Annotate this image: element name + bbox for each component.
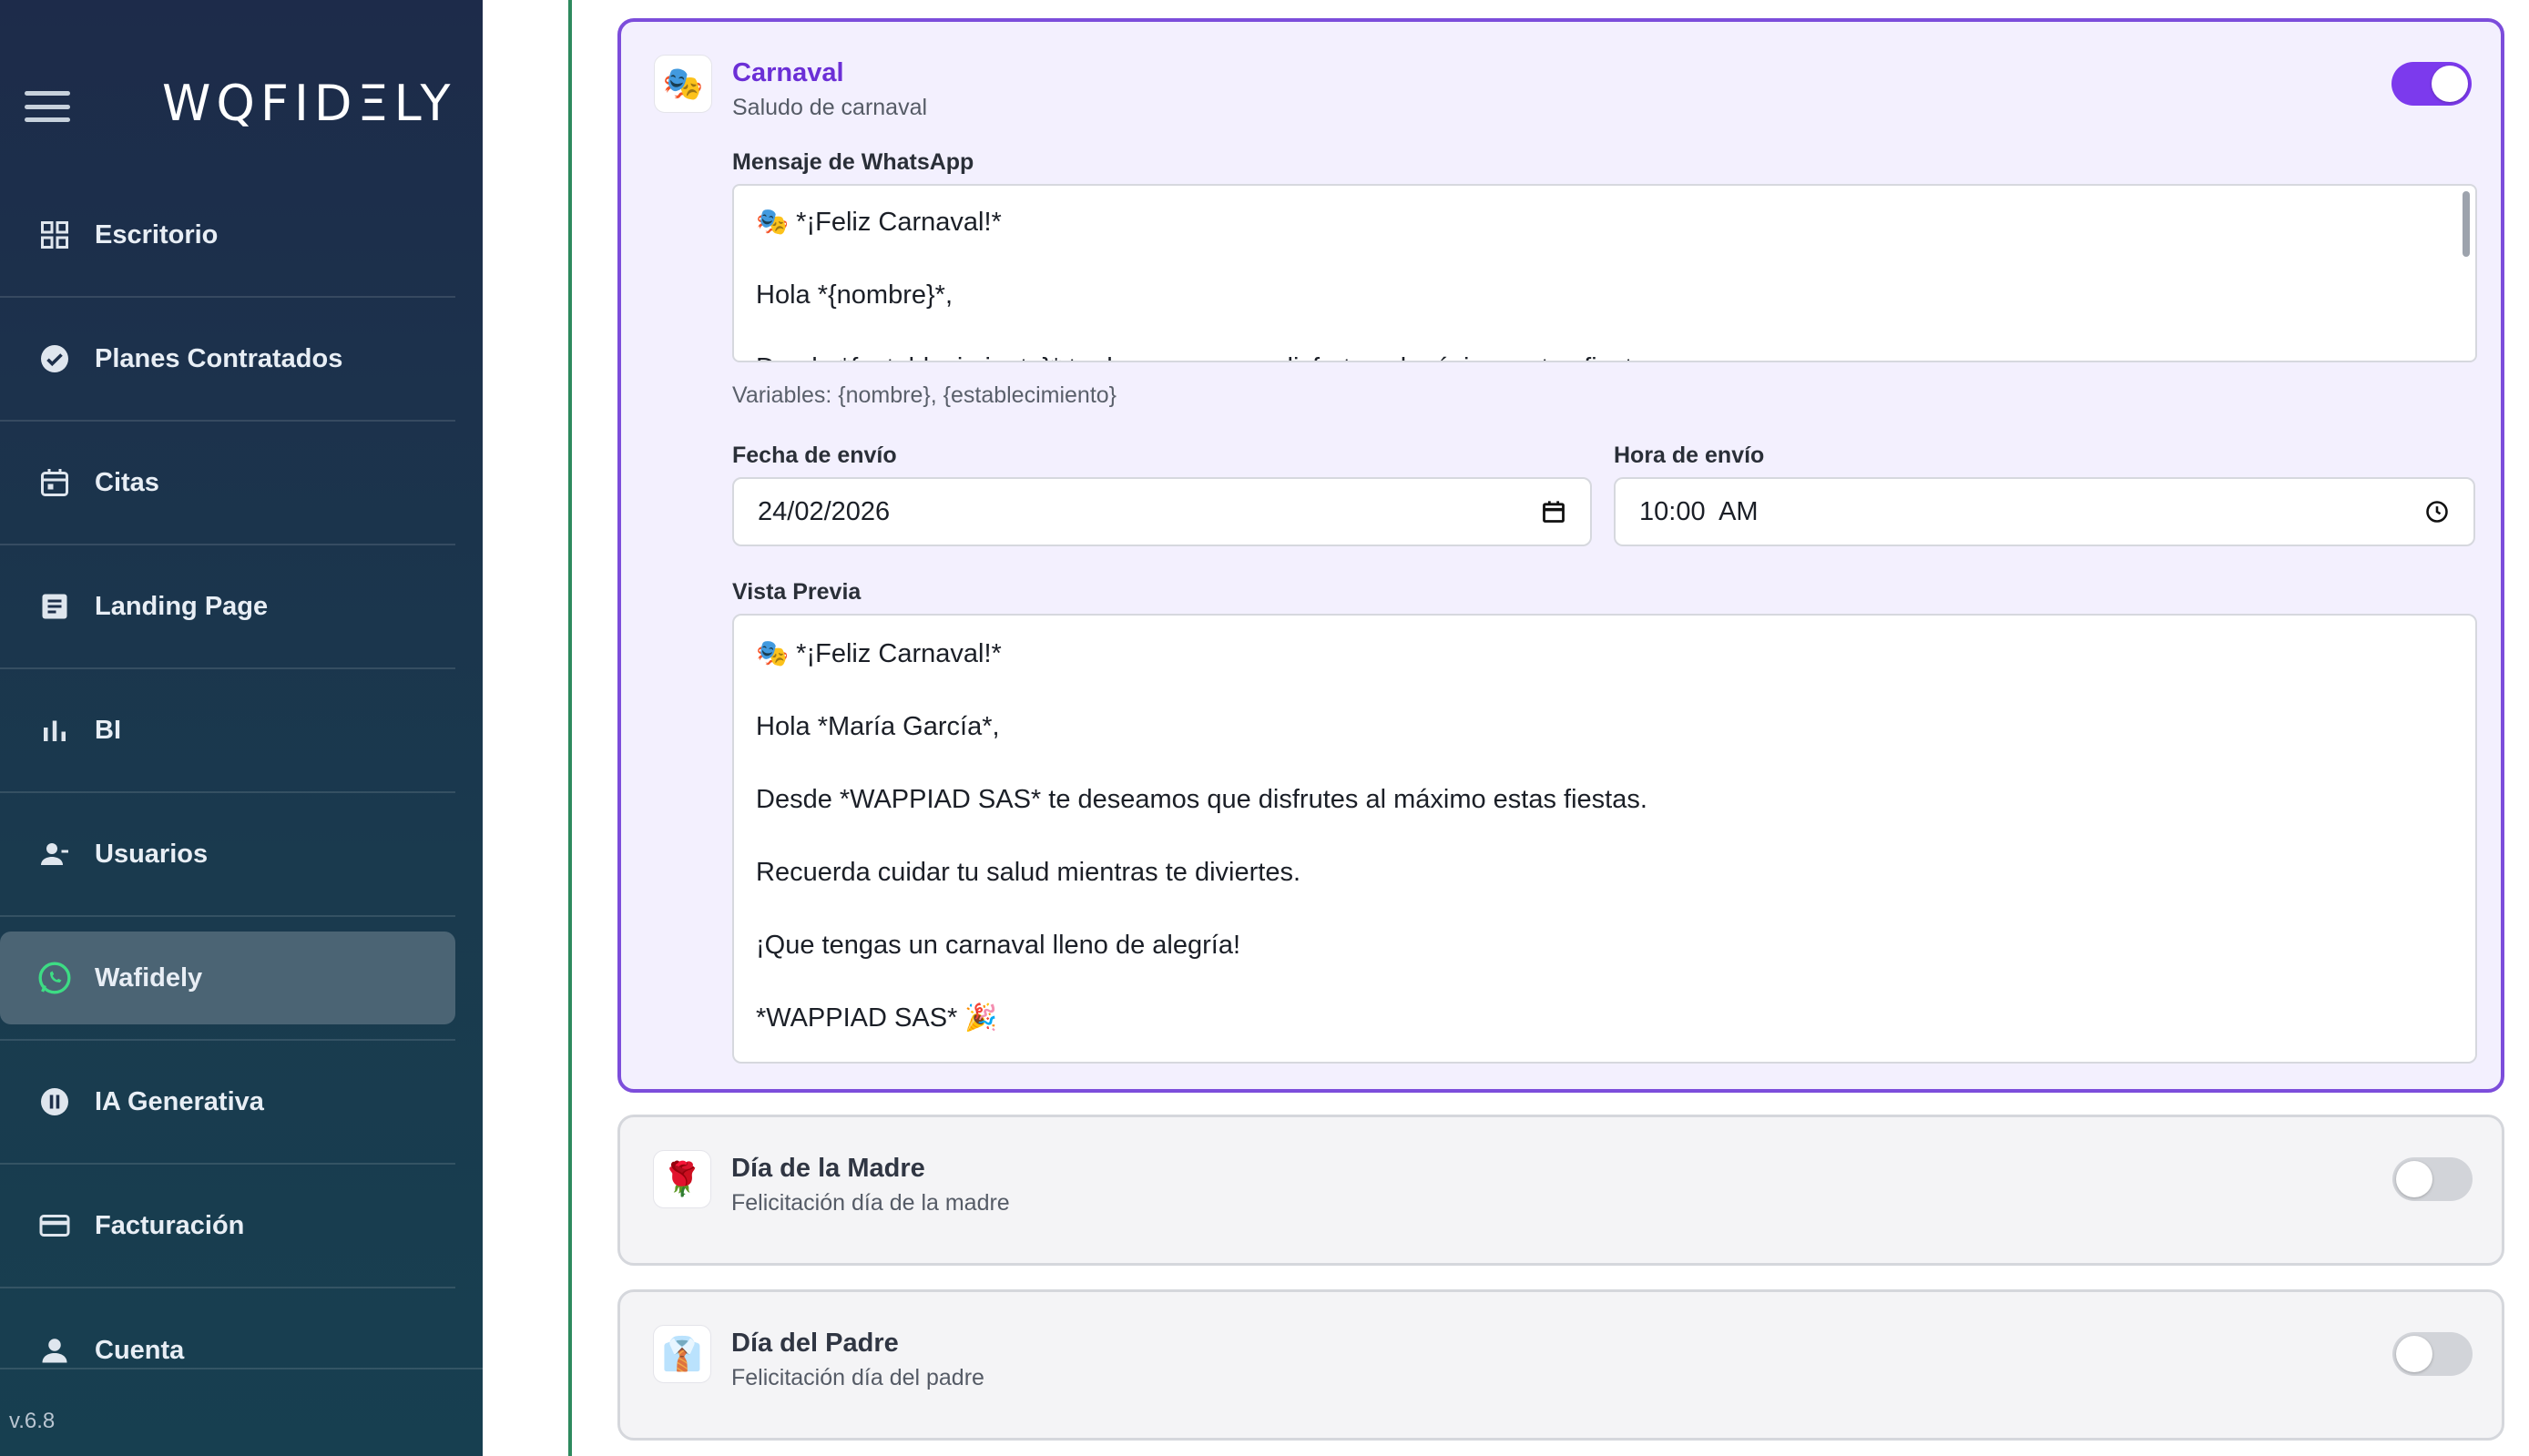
toggle-knob [2396, 1336, 2432, 1372]
card-subtitle: Felicitación día del padre [731, 1365, 984, 1390]
sidebar-nav: Escritorio Planes Contratados Citas Land… [0, 174, 455, 1412]
sidebar-item-label: IA Generativa [95, 1086, 264, 1116]
sidebar-item-wafidely[interactable]: Wafidely [0, 917, 455, 1041]
card-dia-de-la-madre[interactable]: 🌹 Día de la Madre Felicitación día de la… [617, 1115, 2504, 1266]
preview-label: Vista Previa [732, 579, 862, 605]
sidebar-item-facturacion[interactable]: Facturación [0, 1165, 455, 1288]
time-input[interactable]: 10:00 AM [1614, 477, 2475, 546]
message-line: Hola *{nombre}*, [756, 280, 953, 310]
sidebar-item-label: Facturación [95, 1210, 245, 1240]
time-label: Hora de envío [1614, 443, 1765, 468]
app-logo: WQFIDΞLY [162, 75, 456, 132]
sidebar-item-ia-generativa[interactable]: IA Generativa [0, 1041, 455, 1165]
calendar-icon [36, 464, 73, 501]
bar-chart-icon [36, 712, 73, 748]
document-icon [36, 588, 73, 625]
variables-hint: Variables: {nombre}, {establecimiento} [732, 382, 1117, 408]
sidebar-item-usuarios[interactable]: Usuarios [0, 793, 455, 917]
sidebar-item-planes-contratados[interactable]: Planes Contratados [0, 298, 455, 422]
carnaval-toggle[interactable] [2391, 62, 2472, 106]
time-value: 10:00 AM [1639, 496, 1759, 526]
sidebar-item-label: Cuenta [95, 1335, 185, 1365]
account-icon [36, 1332, 73, 1369]
card-subtitle: Saludo de carnaval [732, 95, 928, 120]
message-line: 🎭 *¡Feliz Carnaval!* [756, 208, 1002, 237]
ai-icon [36, 1084, 73, 1120]
shirt-tie-icon: 👔 [653, 1325, 711, 1383]
sidebar-item-label: Citas [95, 467, 159, 497]
message-label: Mensaje de WhatsApp [732, 149, 974, 175]
preview-line: Recuerda cuidar tu salud mientras te div… [756, 858, 1301, 887]
card-title: Carnaval [732, 58, 844, 87]
preview-line: Desde *WAPPIAD SAS* te deseamos que disf… [756, 785, 1647, 814]
users-icon [36, 836, 73, 872]
padre-toggle[interactable] [2392, 1332, 2473, 1376]
sidebar-item-landing-page[interactable]: Landing Page [0, 545, 455, 669]
rose-icon: 🌹 [653, 1150, 711, 1208]
sidebar: WQFIDΞLY Escritorio Planes Contratados C… [0, 0, 483, 1456]
masks-icon: 🎭 [654, 55, 712, 113]
toggle-knob [2432, 66, 2468, 102]
app-version: v.6.8 [9, 1409, 56, 1433]
sidebar-item-label: BI [95, 715, 121, 745]
date-value: 24/02/2026 [758, 496, 891, 526]
calendar-picker-icon[interactable] [1541, 499, 1566, 524]
preview-line: *WAPPIAD SAS* 🎉 [756, 1003, 998, 1033]
whatsapp-icon [36, 960, 73, 996]
sidebar-item-label: Escritorio [95, 219, 219, 249]
card-dia-del-padre[interactable]: 👔 Día del Padre Felicitación día del pad… [617, 1289, 2504, 1441]
card-title: Día de la Madre [731, 1154, 925, 1183]
sidebar-item-label: Landing Page [95, 591, 269, 621]
sidebar-item-label: Wafidely [95, 962, 203, 993]
card-carnaval: 🎭 Carnaval Saludo de carnaval Mensaje de… [617, 18, 2504, 1093]
menu-icon[interactable] [25, 91, 70, 122]
sidebar-item-citas[interactable]: Citas [0, 422, 455, 545]
message-line: Desde *{establecimiento}* te deseamos qu… [756, 331, 2453, 361]
sidebar-item-cuenta[interactable]: Cuenta [0, 1288, 455, 1412]
preview-line: Hola *María García*, [756, 712, 1000, 741]
sidebar-item-label: Planes Contratados [95, 343, 343, 373]
card-subtitle: Felicitación día de la madre [731, 1190, 1010, 1216]
sidebar-item-label: Usuarios [95, 839, 209, 869]
madre-toggle[interactable] [2392, 1157, 2473, 1201]
toggle-knob [2396, 1161, 2432, 1197]
check-circle-icon [36, 341, 73, 377]
date-label: Fecha de envío [732, 443, 897, 468]
sidebar-divider [0, 1368, 483, 1369]
textarea-scrollbar[interactable] [2463, 191, 2470, 257]
message-preview: 🎭 *¡Feliz Carnaval!* Hola *María García*… [732, 614, 2477, 1064]
date-input[interactable]: 24/02/2026 [732, 477, 1592, 546]
dashboard-icon [36, 217, 73, 253]
clock-icon[interactable] [2424, 499, 2450, 524]
sidebar-item-bi[interactable]: BI [0, 669, 455, 793]
credit-card-icon [36, 1207, 73, 1244]
card-title: Día del Padre [731, 1329, 899, 1358]
preview-line: 🎭 *¡Feliz Carnaval!* [756, 639, 1002, 668]
preview-line: ¡Que tengas un carnaval lleno de alegría… [756, 931, 1241, 960]
content-divider [568, 0, 572, 1456]
message-textarea[interactable]: 🎭 *¡Feliz Carnaval!* Hola *{nombre}*, De… [732, 184, 2477, 362]
sidebar-item-escritorio[interactable]: Escritorio [0, 174, 455, 298]
